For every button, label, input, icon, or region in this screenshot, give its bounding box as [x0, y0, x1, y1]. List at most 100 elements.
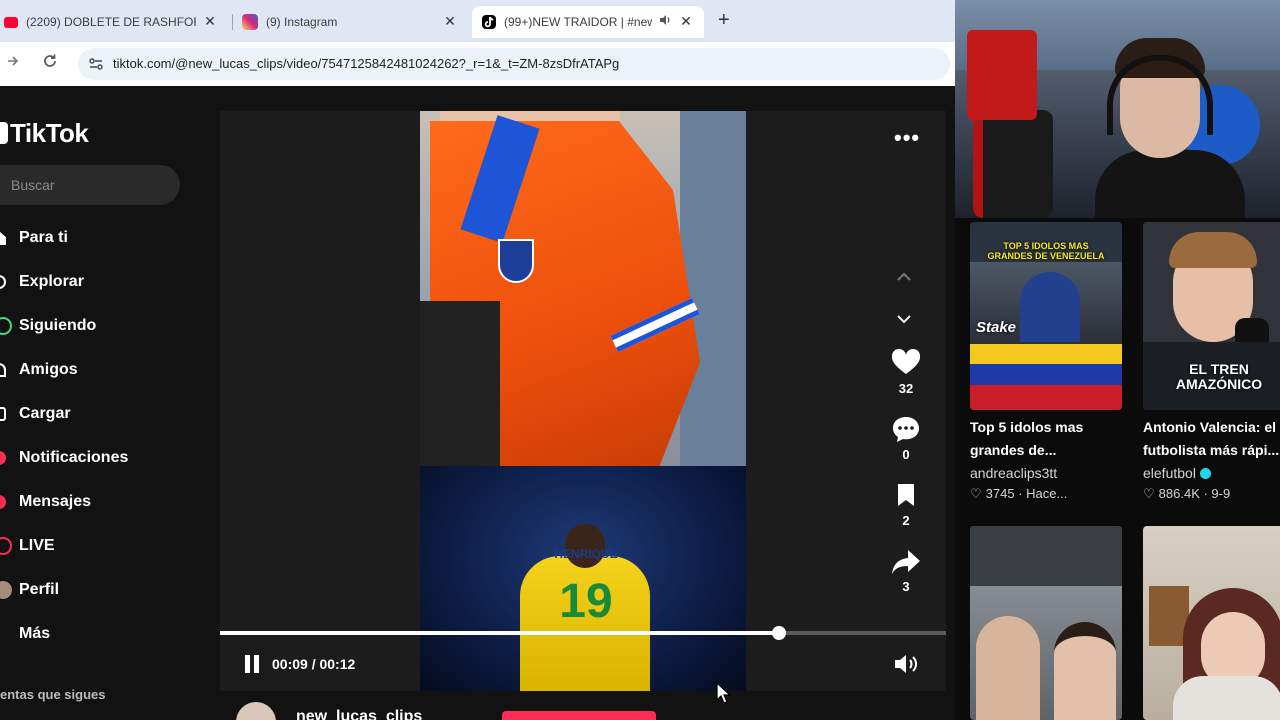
- url-field[interactable]: tiktok.com/@new_lucas_clips/video/754712…: [78, 48, 950, 80]
- sidebar-item-explorar[interactable]: Explorar: [0, 267, 200, 297]
- following-icon: [0, 317, 12, 335]
- sidebar-item-mas[interactable]: Más: [0, 619, 200, 649]
- sidebar-item-perfil[interactable]: Perfil: [0, 575, 200, 605]
- follow-button[interactable]: [502, 711, 656, 720]
- author-name: elefutbol: [1143, 465, 1196, 481]
- author-avatar[interactable]: [236, 702, 276, 720]
- tab-tiktok[interactable]: (99+)NEW TRAIDOR | #new ✕: [472, 6, 704, 38]
- video-stats: ♡ 886.4K · 9-9: [1143, 486, 1230, 502]
- live-icon: [0, 537, 12, 555]
- search-box: [0, 165, 180, 205]
- sidebar-item-para-ti[interactable]: Para ti: [0, 223, 200, 253]
- video-title[interactable]: Top 5 idolos mas grandes de...: [970, 416, 1130, 462]
- home-icon: [0, 231, 6, 245]
- forward-icon[interactable]: [6, 53, 20, 74]
- logo-text: TikTok: [10, 117, 89, 148]
- browser-tab-bar: (2209) DOBLETE DE RASHFORD ✕ (9) Instagr…: [0, 0, 955, 42]
- chile-crest-icon: [498, 239, 534, 283]
- thumb-car-interior: [970, 526, 1122, 586]
- video-player[interactable]: HENRIQUE 19 ••• 32 0 2 3 00:09 / 00:12: [220, 111, 946, 691]
- video-thumbnail[interactable]: EL TREN AMAZÓNICO: [1143, 222, 1280, 410]
- upload-icon: [0, 407, 6, 421]
- close-icon[interactable]: ✕: [442, 13, 458, 30]
- tab-separator: [232, 14, 233, 30]
- close-icon[interactable]: ✕: [202, 13, 218, 30]
- tab-instagram[interactable]: (9) Instagram ✕: [236, 6, 468, 38]
- share-count: 3: [902, 579, 910, 594]
- close-icon[interactable]: ✕: [678, 13, 694, 30]
- stats-text: 3745 · Hace...: [985, 486, 1068, 501]
- save-button[interactable]: 2: [888, 483, 924, 528]
- sidebar-item-label: Cargar: [19, 405, 71, 422]
- sidebar-item-label: Notificaciones: [19, 449, 129, 466]
- sidebar-item-label: Amigos: [19, 361, 78, 378]
- reload-icon[interactable]: [42, 53, 58, 74]
- comment-button[interactable]: 0: [888, 415, 924, 462]
- video-title[interactable]: Antonio Valencia: el futbolista más rápi…: [1143, 416, 1280, 462]
- streamer-body: [1095, 150, 1245, 218]
- sidebar-item-amigos[interactable]: Amigos: [0, 355, 200, 385]
- tab-title: (99+)NEW TRAIDOR | #new: [504, 15, 652, 29]
- address-bar: tiktok.com/@new_lucas_clips/video/754712…: [0, 42, 955, 86]
- chevron-down-icon[interactable]: [896, 311, 912, 329]
- tab-title: (2209) DOBLETE DE RASHFORD: [26, 15, 196, 29]
- speaker-icon[interactable]: [658, 13, 672, 27]
- thumb-flag-band: [970, 344, 1122, 410]
- video-frame[interactable]: HENRIQUE 19: [420, 111, 746, 691]
- stats-text: 886.4K · 9-9: [1158, 486, 1231, 501]
- thumb-headline: EL TREN AMAZÓNICO: [1175, 361, 1263, 393]
- sidebar-item-siguiendo[interactable]: Siguiendo: [0, 311, 200, 341]
- red-jersey-wall: [967, 30, 1037, 120]
- tiktok-logo[interactable]: TikTok: [0, 116, 89, 150]
- video-thumbnail[interactable]: [970, 526, 1122, 720]
- video-stats: ♡ 3745 · Hace...: [970, 486, 1067, 502]
- thumb-man: [976, 616, 1040, 720]
- chevron-up-icon[interactable]: [896, 269, 912, 287]
- video-author[interactable]: andreaclips3tt: [970, 465, 1057, 481]
- tiktok-icon: [482, 15, 496, 29]
- author-name[interactable]: new_lucas_clips: [296, 708, 422, 720]
- playback-time: 00:09 / 00:12: [272, 656, 356, 672]
- video-scene-orange-jersey: [420, 111, 746, 466]
- screen: (2209) DOBLETE DE RASHFORD ✕ (9) Instagr…: [0, 0, 1280, 720]
- right-panel: TOP 5 IDOLOS MAS GRANDES DE VENEZUELA St…: [955, 0, 1280, 720]
- video-author[interactable]: elefutbol: [1143, 465, 1211, 481]
- sidebar-item-label: Para ti: [19, 229, 68, 246]
- progress-handle[interactable]: [772, 626, 787, 640]
- message-badge-icon: [0, 495, 6, 509]
- jersey-name: HENRIQUE: [554, 547, 618, 561]
- share-icon: [892, 550, 920, 574]
- sidebar-item-mensajes[interactable]: Mensajes: [0, 487, 200, 517]
- video-scene-stadium: HENRIQUE 19: [420, 466, 746, 691]
- sidebar-item-notificaciones[interactable]: Notificaciones: [0, 443, 200, 473]
- sidebar-item-cargar[interactable]: Cargar: [0, 399, 200, 429]
- video-thumbnail[interactable]: [1143, 526, 1280, 720]
- pause-icon[interactable]: [244, 655, 260, 673]
- like-count: 32: [898, 381, 914, 396]
- sidebar-item-live[interactable]: LIVE: [0, 531, 200, 561]
- author-row: new_lucas_clips: [236, 702, 422, 720]
- instagram-icon: [242, 14, 258, 30]
- share-button[interactable]: 3: [888, 549, 924, 594]
- thumb-headline: TOP 5 IDOLOS MAS GRANDES DE VENEZUELA: [987, 241, 1105, 261]
- like-button[interactable]: 32: [888, 348, 924, 396]
- following-accounts-header: entas que sigues: [0, 687, 106, 702]
- new-tab-button[interactable]: +: [718, 9, 730, 32]
- volume-icon[interactable]: [892, 652, 920, 676]
- profile-icon: [0, 581, 12, 599]
- url-text: tiktok.com/@new_lucas_clips/video/754712…: [113, 56, 620, 71]
- sidebar-item-label: Más: [19, 625, 51, 642]
- thumb-brand: Stake: [976, 319, 1017, 336]
- more-options-icon[interactable]: •••: [894, 125, 920, 151]
- compass-icon: [0, 275, 6, 289]
- heart-outline-icon: ♡: [970, 486, 982, 501]
- heart-icon: [891, 348, 921, 374]
- video-thumbnail[interactable]: TOP 5 IDOLOS MAS GRANDES DE VENEZUELA St…: [970, 222, 1122, 410]
- search-input[interactable]: [0, 165, 180, 205]
- comment-icon: [893, 417, 919, 442]
- progress-bar[interactable]: [220, 626, 946, 640]
- site-settings-icon[interactable]: [86, 54, 106, 74]
- tab-youtube[interactable]: (2209) DOBLETE DE RASHFORD ✕: [0, 6, 228, 38]
- tiktok-page: TikTok Para ti Explorar Siguiendo Amigos…: [0, 86, 955, 720]
- bookmark-icon: [898, 484, 914, 506]
